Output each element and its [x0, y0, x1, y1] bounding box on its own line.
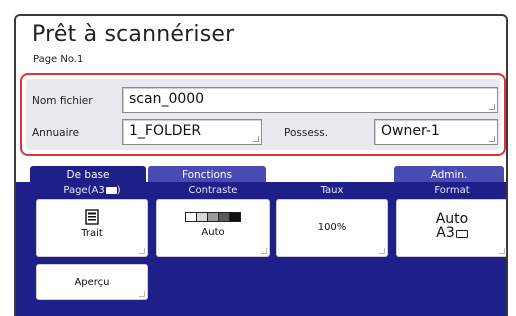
rate-button[interactable]: 100% — [276, 199, 388, 257]
owner-label: Possess. — [284, 127, 329, 139]
format-button[interactable]: Auto A3 — [396, 199, 506, 257]
format-label: Format — [434, 185, 470, 196]
file-settings-box: Nom fichier scan_0000 Annuaire 1_FOLDER … — [20, 73, 506, 156]
page-number: Page No.1 — [33, 54, 84, 65]
directory-field[interactable]: 1_FOLDER — [122, 119, 262, 145]
paper-landscape-icon — [455, 230, 468, 238]
contrast-button[interactable]: Auto — [156, 199, 270, 257]
page-title: Prêt à scannériser — [32, 22, 235, 47]
rate-label: Taux — [320, 185, 344, 196]
contrast-label: Contraste — [188, 185, 238, 196]
directory-label: Annuaire — [32, 127, 80, 139]
paper-landscape-icon — [105, 186, 117, 194]
page-label: Page(A3) — [63, 185, 121, 196]
tab-bar: De base Fonctions Admin. — [16, 162, 506, 184]
document-icon — [85, 209, 99, 225]
owner-field[interactable]: Owner-1 — [374, 119, 498, 145]
file-name-label: Nom fichier — [32, 95, 93, 107]
settings-panel: Page(A3) Contraste Taux Format Trait Aut… — [16, 182, 506, 316]
file-name-field[interactable]: scan_0000 — [122, 87, 498, 113]
page-type-button[interactable]: Trait — [36, 199, 148, 257]
scan-screen: Prêt à scannériser Page No.1 Nom fichier… — [14, 14, 508, 316]
preview-button[interactable]: Aperçu — [36, 264, 148, 300]
contrast-scale-icon — [157, 212, 269, 222]
